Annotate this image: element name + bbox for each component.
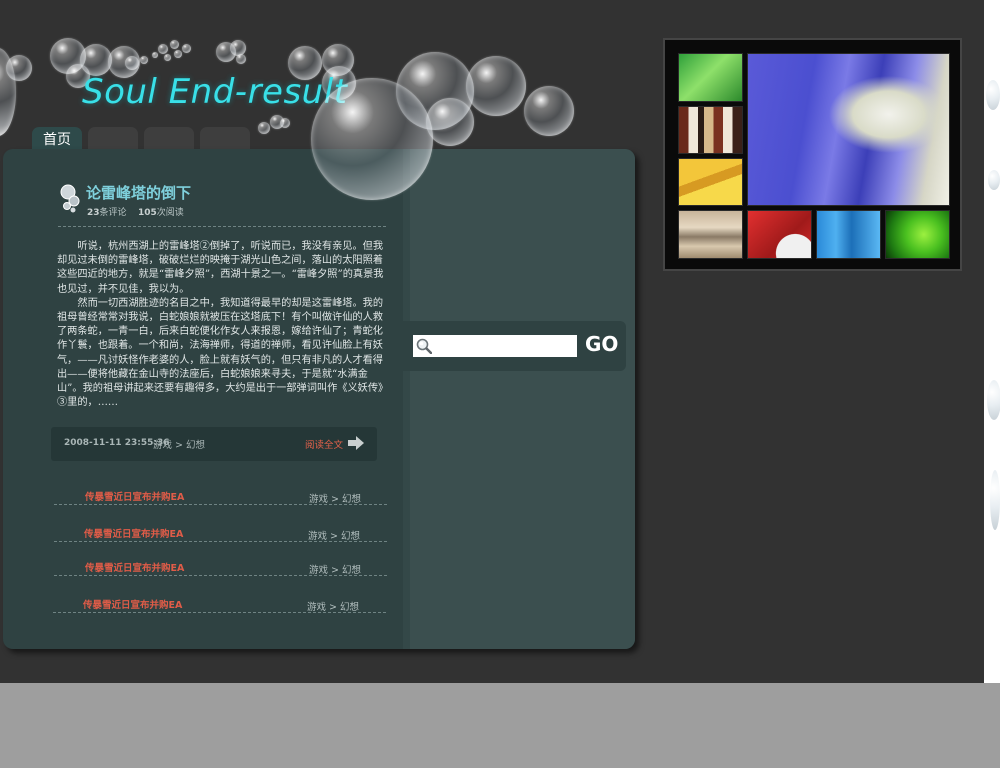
page-background: Soul End-result 首页 论雷峰塔的倒下 23条评论 105次阅读 … bbox=[0, 0, 984, 683]
read-more-link[interactable]: 阅读全文 bbox=[305, 437, 343, 451]
list-divider bbox=[54, 504, 387, 505]
list-item-title[interactable]: 传暴雪近日宣布并购EA bbox=[85, 560, 184, 574]
list-item-category[interactable]: 游戏 > 幻想 bbox=[307, 599, 359, 613]
photo-tile-yellow[interactable] bbox=[678, 158, 743, 206]
photo-tile-blue[interactable] bbox=[816, 210, 881, 259]
list-divider bbox=[54, 575, 387, 576]
post-paragraph: 听说，杭州西湖上的雷峰塔②倒掉了，听说而已，我没有亲见。但我却见过未倒的雷峰塔，… bbox=[57, 241, 384, 295]
photo-tile-blue-wall[interactable] bbox=[747, 53, 950, 206]
list-divider bbox=[54, 541, 387, 542]
comments-suffix[interactable]: 条评论 bbox=[100, 208, 127, 218]
post-category[interactable]: 游戏 > 幻想 bbox=[153, 437, 205, 451]
big-bubble-decoration bbox=[311, 78, 433, 200]
panel-divider bbox=[403, 149, 410, 649]
tab-home-label: 首页 bbox=[43, 132, 71, 148]
reads-suffix: 次阅读 bbox=[156, 208, 184, 218]
list-item-category[interactable]: 游戏 > 幻想 bbox=[308, 528, 360, 542]
post-body: 听说，杭州西湖上的雷峰塔②倒掉了，听说而已，我没有亲见。但我却见过未倒的雷峰塔，… bbox=[57, 240, 387, 410]
magnifier-icon bbox=[416, 338, 432, 354]
photo-collage[interactable] bbox=[663, 38, 962, 271]
photo-tile-red[interactable] bbox=[747, 210, 812, 259]
photo-tile-lime[interactable] bbox=[885, 210, 950, 259]
list-item-title[interactable]: 传暴雪近日宣布并购EA bbox=[84, 526, 183, 540]
list-divider bbox=[53, 612, 386, 613]
post-meta: 23条评论 105次阅读 bbox=[87, 205, 184, 218]
photo-tile-bottles[interactable] bbox=[678, 106, 743, 154]
bubbles-icon bbox=[60, 184, 80, 213]
title-divider bbox=[58, 226, 386, 227]
right-edge-decoration bbox=[984, 0, 1000, 683]
list-item-title[interactable]: 传暴雪近日宣布并购EA bbox=[85, 489, 184, 503]
arrow-right-icon[interactable] bbox=[347, 435, 365, 451]
list-item-title[interactable]: 传暴雪近日宣布并购EA bbox=[83, 597, 182, 611]
comments-count: 23 bbox=[87, 208, 100, 218]
post-info-bar: 2008-11-11 23:55:36 游戏 > 幻想 阅读全文 bbox=[51, 427, 377, 461]
list-item-category[interactable]: 游戏 > 幻想 bbox=[309, 562, 361, 576]
post-title[interactable]: 论雷峰塔的倒下 bbox=[86, 182, 191, 203]
post-paragraph: 然而一切西湖胜迹的名目之中，我知道得最早的却是这雷峰塔。我的祖母曾经常常对我说，… bbox=[57, 297, 384, 409]
photo-tile-window[interactable] bbox=[678, 210, 743, 259]
reads-count: 105 bbox=[138, 208, 157, 218]
sidebar-panel bbox=[410, 149, 635, 649]
search-bar: GO bbox=[401, 321, 626, 371]
list-item-category[interactable]: 游戏 > 幻想 bbox=[309, 491, 361, 505]
search-input[interactable] bbox=[413, 335, 577, 357]
photo-tile-green-leaf[interactable] bbox=[678, 53, 743, 102]
go-button[interactable]: GO bbox=[585, 332, 618, 356]
site-title: Soul End-result bbox=[82, 72, 348, 112]
